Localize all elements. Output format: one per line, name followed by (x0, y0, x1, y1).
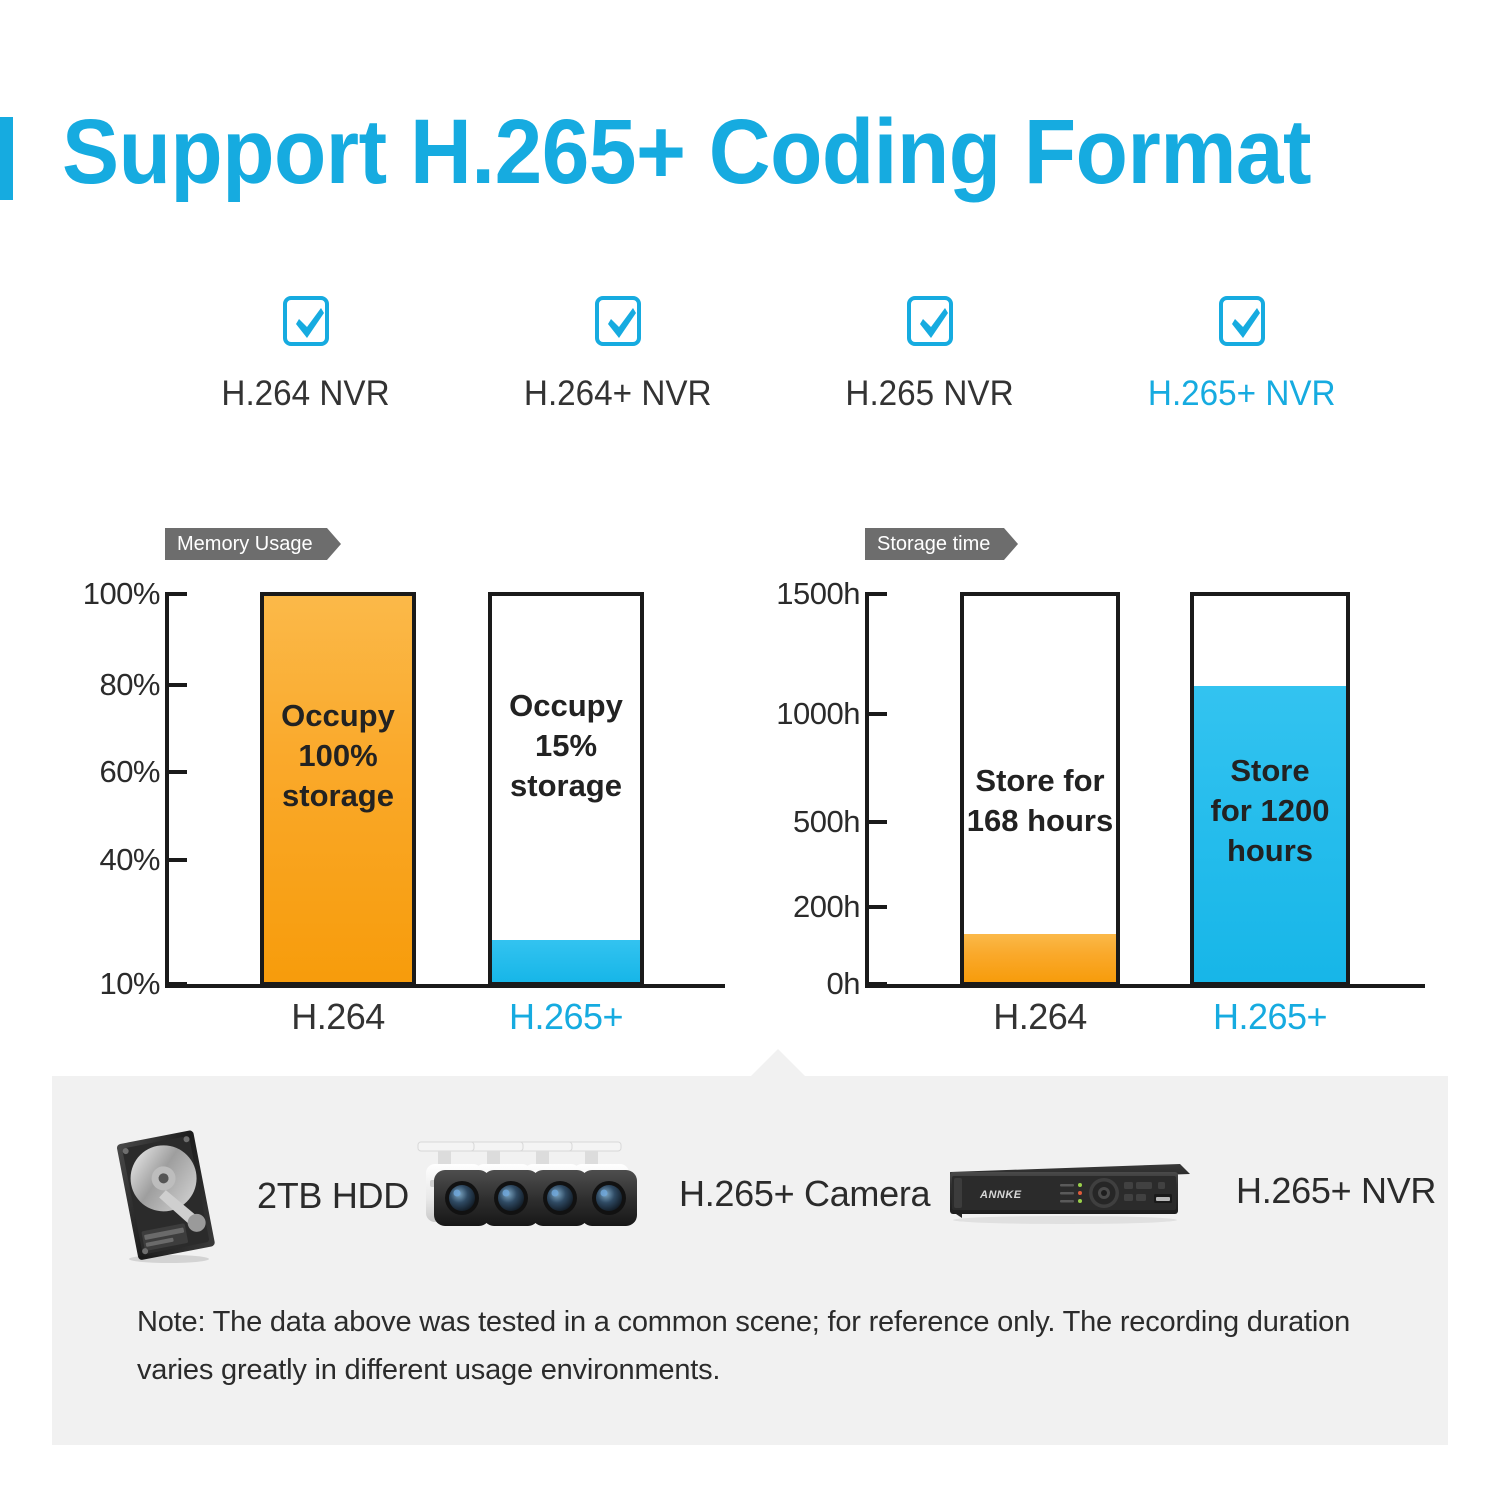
checklist-label: H.264+ NVR (524, 374, 712, 413)
checklist-item-h265plus[interactable]: H.265+ NVR (1086, 296, 1398, 426)
product-item-cameras: H.265+ Camera (407, 1134, 931, 1254)
checklist-item-h264plus[interactable]: H.264+ NVR (462, 296, 774, 426)
checklist-label: H.265+ NVR (1148, 374, 1336, 413)
checklist-label: H.265 NVR (845, 374, 1015, 413)
x-category-label: H.265+ (1212, 996, 1328, 1037)
title-accent-bar (0, 117, 13, 200)
x-category-label: H.264 (993, 996, 1087, 1037)
product-label-camera: H.265+ Camera (679, 1173, 931, 1214)
bar-label-line1: Occupy (281, 698, 395, 733)
bar-label-line1: Store for (975, 763, 1105, 798)
product-note-panel: 2TB HDD H.265+ Camera ANNKE H.265+ NVR N… (52, 1049, 1448, 1445)
y-tick (865, 982, 887, 986)
check-icon[interactable] (283, 296, 329, 346)
chart-title-tag: Storage time (865, 528, 1019, 560)
y-tick-label: 1000h (776, 696, 860, 731)
y-tick (865, 712, 887, 716)
y-axis (165, 592, 169, 986)
y-tick (865, 820, 887, 824)
check-icon[interactable] (907, 296, 953, 346)
check-mark-icon (608, 308, 636, 338)
bar-fill-orange (964, 934, 1116, 982)
bar-label-line2: 168 hours (966, 803, 1114, 838)
y-tick (165, 982, 187, 986)
bar-h265plus: Occupy 15% storage (488, 592, 644, 986)
product-label-nvr: H.265+ NVR (1236, 1170, 1437, 1211)
y-tick (865, 905, 887, 909)
bar-label-line1: Store (1230, 753, 1310, 788)
storage-time-chart: Storage time 1500h 1000h 500h 200h 0h St… (760, 528, 1460, 1048)
y-tick-label: 10% (99, 966, 160, 1001)
plot-area: 1500h 1000h 500h 200h 0h Store for 168 h… (760, 576, 1460, 1001)
product-item-nvr: ANNKE H.265+ NVR (932, 1144, 1436, 1238)
y-tick (165, 592, 187, 596)
y-axis (865, 592, 869, 986)
nvr-recorder-icon: ANNKE (950, 1164, 1190, 1224)
plot-area: 100% 80% 60% 40% 10% Occupy 100% storage… (60, 576, 760, 1001)
checklist-item-h264[interactable]: H.264 NVR (150, 296, 462, 426)
page-title: Support H.265+ Coding Format (62, 101, 1312, 203)
chart-title-tag: Memory Usage (165, 528, 341, 560)
bar-label-line3: storage (510, 768, 622, 803)
y-tick-label: 200h (793, 889, 860, 924)
y-tick (165, 770, 187, 774)
y-tick-label: 80% (99, 667, 160, 702)
y-tick-label: 100% (82, 576, 161, 611)
y-tick (165, 858, 187, 862)
check-icon[interactable] (1219, 296, 1265, 346)
product-label-hdd: 2TB HDD (257, 1175, 409, 1216)
bar-label-line2: for 1200 (1210, 793, 1330, 828)
bar-h265plus: Store for 1200 hours (1190, 592, 1350, 986)
bar-label-line3: storage (282, 778, 394, 813)
bar-h264: Store for 168 hours (960, 592, 1120, 986)
y-tick-label: 0h (826, 966, 861, 1001)
panel-pointer-notch (750, 1049, 806, 1077)
check-mark-icon (920, 308, 948, 338)
bar-h264: Occupy 100% storage (260, 592, 416, 986)
bar-label-line2: 100% (298, 738, 378, 773)
check-mark-icon (296, 308, 324, 338)
bar-label-line2: 15% (534, 728, 598, 763)
bullet-camera-group-icon (417, 1141, 637, 1226)
checklist-label: H.264 NVR (221, 374, 391, 413)
product-list: 2TB HDD H.265+ Camera ANNKE H.265+ NVR (52, 1126, 1448, 1276)
product-item-hdd: 2TB HDD (107, 1126, 409, 1266)
y-tick-label: 500h (793, 804, 860, 839)
y-tick-label: 40% (99, 842, 160, 877)
bar-label-line3: hours (1226, 833, 1314, 868)
x-category-label: H.264 (291, 996, 385, 1037)
codec-checklist: H.264 NVR H.264+ NVR H.265 NVR H.265+ NV… (150, 296, 1400, 426)
memory-usage-chart: Memory Usage 100% 80% 60% 40% 10% Occupy… (60, 528, 760, 1048)
infographic-page: Support H.265+ Coding Format H.264 NVR H… (0, 0, 1500, 1500)
y-tick-label: 1500h (776, 576, 860, 611)
bar-fill-blue (492, 940, 640, 982)
check-mark-icon (1232, 308, 1260, 338)
check-icon[interactable] (595, 296, 641, 346)
note-text: Note: The data above was tested in a com… (137, 1306, 1350, 1386)
y-tick (865, 592, 887, 596)
checklist-item-h265[interactable]: H.265 NVR (774, 296, 1086, 426)
y-tick (165, 683, 187, 687)
hard-drive-icon (116, 1130, 215, 1263)
y-tick-label: 60% (99, 754, 160, 789)
x-category-label: H.265+ (508, 996, 624, 1037)
bar-label-line1: Occupy (509, 688, 623, 723)
nvr-brand-text: ANNKE (979, 1189, 1022, 1201)
